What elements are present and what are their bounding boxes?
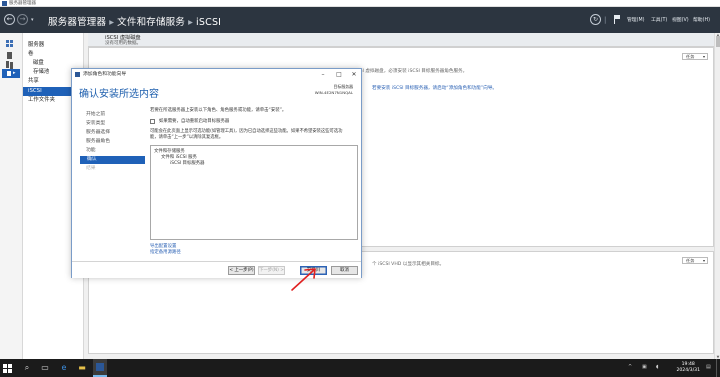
step-before-you-begin[interactable]: 开始之前 <box>79 111 144 119</box>
add-roles-wizard-dialog: 添加角色和功能向导 – □ ✕ 确认安装所选内容 目标服务器 WIN-4E2N7… <box>71 68 362 278</box>
next-button: 下一步(N) > <box>258 266 285 275</box>
file-storage-services-icon[interactable] <box>2 69 20 78</box>
window-title: 服务器管理器 <box>9 1 36 6</box>
local-server-icon[interactable] <box>6 52 14 59</box>
tree-item-disks[interactable]: 磁盘 <box>23 59 84 68</box>
arrow-shaft <box>291 269 315 291</box>
previous-button[interactable]: < 上一步(P) <box>228 266 255 275</box>
step-server-roles[interactable]: 服务器角色 <box>79 138 144 146</box>
navigation-bar: ← → ▾ 服务器管理器 ▸ 文件和存储服务 ▸ iSCSI ↻ | 管理(M) 工具(… <box>0 7 720 33</box>
close-icon[interactable]: ✕ <box>347 69 361 80</box>
task-view-icon[interactable]: ▭ <box>40 363 50 373</box>
selected-features-list: 文件和存储服务 文件和 iSCSI 服务 iSCSI 目标服务器 <box>150 145 358 240</box>
step-server-selection[interactable]: 服务器选择 <box>79 129 144 137</box>
minimize-icon[interactable]: – <box>316 69 330 80</box>
optional-features-note-2: 能，请单击“上一步”以清除其复选框。 <box>150 135 224 140</box>
scrollbar-thumb[interactable] <box>716 36 720 47</box>
windows-start-icon[interactable] <box>2 363 12 373</box>
dashboard-icon[interactable] <box>6 40 14 47</box>
taskbar-clock[interactable]: 19:48 2024/3/31 <box>676 362 700 374</box>
iscsi-section-header: iSCSI 虚拟磁盘 没有可用的数据。 <box>88 33 714 47</box>
window-titlebar: 服务器管理器 <box>0 0 720 7</box>
refresh-icon[interactable]: ↻ <box>590 14 601 25</box>
dialog-heading: 确认安装所选内容 <box>79 89 159 100</box>
file-explorer-icon[interactable]: ▬ <box>77 363 87 373</box>
step-features[interactable]: 功能 <box>79 147 144 155</box>
breadcrumb: 服务器管理器 ▸ 文件和存储服务 ▸ iSCSI <box>48 14 221 28</box>
network-icon[interactable]: ▣ <box>642 364 647 370</box>
taskbar: ⌕ ▭ e ▬ ^ ▣ ◖ 19:48 2024/3/31 ▤ <box>0 359 720 377</box>
server-manager-icon <box>2 1 7 6</box>
dialog-titlebar: 添加角色和功能向导 – □ ✕ <box>72 69 361 80</box>
breadcrumb-separator-icon: ▸ <box>109 17 115 28</box>
tray-chevron-icon[interactable]: ^ <box>628 364 632 370</box>
feature-iscsi-target: iSCSI 目标服务器 <box>170 161 205 166</box>
server-manager-taskbar-button[interactable] <box>93 359 107 377</box>
menu-view[interactable]: 视图(V) <box>672 16 689 23</box>
breadcrumb-file-storage[interactable]: 文件和存储服务 <box>117 17 185 28</box>
menu-tools[interactable]: 工具(T) <box>651 16 667 23</box>
target-server-name: WIN-4E2N7N1NQAL <box>314 90 353 95</box>
search-icon[interactable]: ⌕ <box>22 363 32 373</box>
clock-date: 2024/3/31 <box>676 368 700 373</box>
tree-item-volumes[interactable]: 卷 <box>23 50 84 59</box>
history-dropdown-icon[interactable]: ▾ <box>31 17 34 23</box>
main-sidebar <box>0 33 23 359</box>
back-button[interactable]: ← <box>4 14 15 25</box>
menu-help[interactable]: 帮助(H) <box>693 16 710 23</box>
start-wizard-link[interactable]: 若要安装 iSCSI 目标服务器，请启动“添加角色和功能”向导。 <box>372 85 497 91</box>
vertical-scrollbar[interactable]: ▲ ▼ <box>714 33 720 359</box>
annotation-arrow <box>291 268 316 291</box>
confirm-intro-text: 若要在所选服务器上安装以下角色、角色服务或功能，请单击“安装”。 <box>150 108 287 113</box>
auto-restart-label[interactable]: 如果需要，自动重新启动目标服务器 <box>159 118 229 124</box>
volume-icon[interactable]: ◖ <box>656 364 659 370</box>
step-installation-type[interactable]: 安装类型 <box>79 120 144 128</box>
breadcrumb-server-manager[interactable]: 服务器管理器 <box>48 17 106 28</box>
dialog-title: 添加角色和功能向导 <box>83 72 127 77</box>
breadcrumb-separator-icon: ▸ <box>188 17 194 28</box>
menu-manage[interactable]: 管理(M) <box>627 16 644 23</box>
notifications-icon[interactable]: ▤ <box>706 364 711 370</box>
targets-hint-text: 个 iSCSI VHD 以显示其相关目标。 <box>372 262 445 267</box>
separator: | <box>604 16 607 24</box>
step-confirmation[interactable]: 确认 <box>80 156 145 164</box>
notifications-flag-icon[interactable] <box>614 15 620 24</box>
cancel-button[interactable]: 取消 <box>331 266 358 275</box>
alternate-source-link[interactable]: 指定备用源路径 <box>150 249 181 255</box>
maximize-icon[interactable]: □ <box>332 69 346 80</box>
forward-button[interactable]: → <box>17 14 28 25</box>
show-desktop-button[interactable] <box>716 359 720 377</box>
step-results: 结果 <box>86 166 96 171</box>
tree-item-servers[interactable]: 服务器 <box>23 41 84 50</box>
edge-browser-icon[interactable]: e <box>59 363 69 373</box>
dialog-header: 确认安装所选内容 目标服务器 WIN-4E2N7N1NQAL <box>72 80 361 101</box>
section-subtitle: 没有可用的数据。 <box>105 41 141 46</box>
all-servers-icon[interactable] <box>6 61 14 68</box>
tasks-dropdown[interactable]: 任务 <box>682 53 708 60</box>
server-manager-taskbar-icon <box>96 363 104 371</box>
tasks-dropdown-lower[interactable]: 任务 <box>682 257 708 264</box>
auto-restart-checkbox[interactable] <box>150 119 155 124</box>
wizard-icon <box>75 72 80 77</box>
breadcrumb-iscsi: iSCSI <box>196 17 222 28</box>
